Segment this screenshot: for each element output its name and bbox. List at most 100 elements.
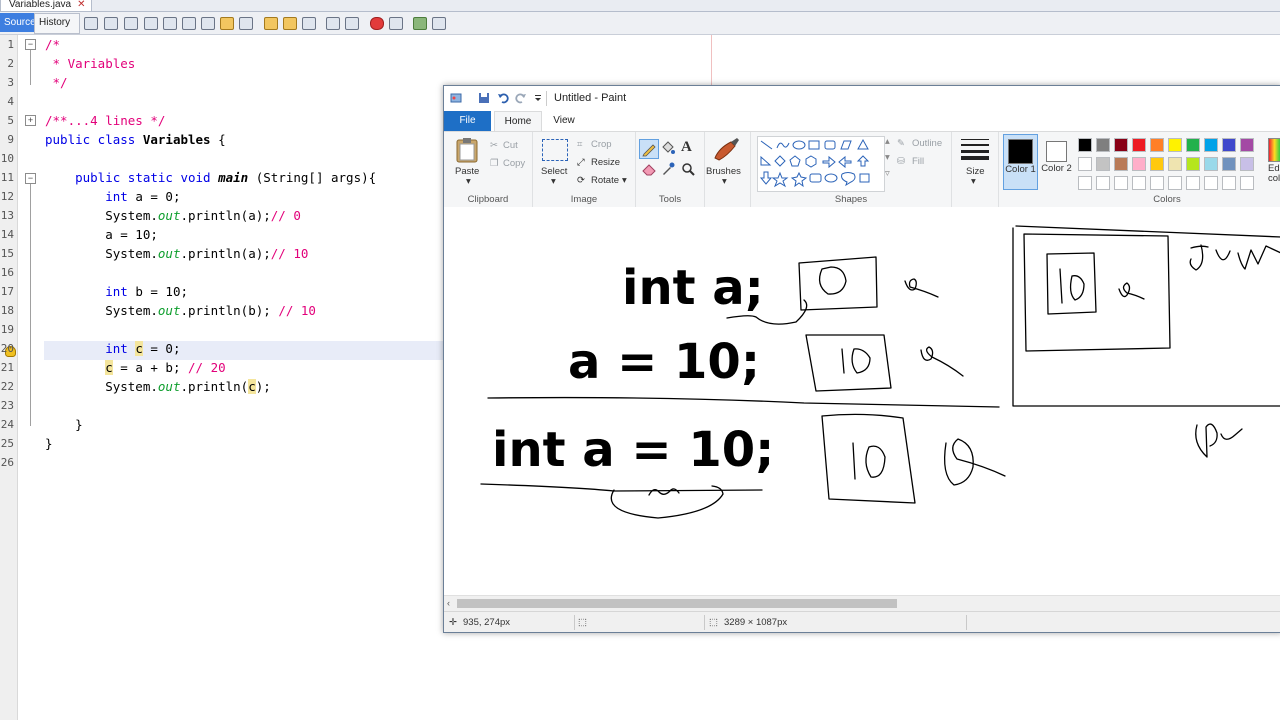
code-line[interactable]: a = 10; — [45, 225, 158, 244]
paste-dropdown-icon[interactable]: ▾ — [466, 176, 471, 187]
code-line[interactable]: System.out.println(c); — [45, 377, 271, 396]
palette-color-swatch[interactable] — [1132, 138, 1146, 152]
palette-color-swatch[interactable] — [1114, 138, 1128, 152]
brushes-icon[interactable] — [711, 136, 741, 164]
tab-home[interactable]: Home — [494, 111, 542, 132]
code-line[interactable]: } — [45, 415, 83, 434]
dropdown-icon[interactable] — [144, 17, 158, 30]
customize-toolbar-icon[interactable] — [532, 92, 544, 104]
custom-color-slot[interactable] — [1168, 176, 1182, 190]
magnifier-icon[interactable] — [681, 162, 695, 176]
find-next-icon[interactable] — [201, 17, 215, 30]
code-line[interactable]: System.out.println(a);// 0 — [45, 206, 301, 225]
save-icon[interactable] — [478, 92, 490, 104]
back-icon[interactable] — [104, 17, 118, 30]
tab-source[interactable]: Source — [0, 13, 36, 32]
select-icon[interactable] — [542, 139, 568, 161]
brushes-dropdown-icon[interactable]: ▾ — [722, 176, 727, 187]
scrollbar-thumb[interactable] — [457, 599, 897, 608]
start-macro-icon[interactable] — [370, 17, 384, 30]
fold-toggle-icon[interactable]: − — [25, 173, 36, 184]
close-icon[interactable]: ✕ — [77, 0, 85, 11]
palette-color-swatch[interactable] — [1096, 157, 1110, 171]
shapes-scroll-up-icon[interactable]: ▴ — [885, 136, 890, 147]
palette-color-swatch[interactable] — [1096, 138, 1110, 152]
edit-colors-button[interactable]: Edit colors — [1266, 134, 1280, 188]
scroll-left-icon[interactable]: ‹ — [447, 596, 450, 611]
palette-color-swatch[interactable] — [1186, 138, 1200, 152]
shift-left-icon[interactable] — [326, 17, 340, 30]
uncomment-icon[interactable] — [432, 17, 446, 30]
resize-button[interactable]: Resize — [591, 157, 620, 168]
find-icon[interactable] — [163, 17, 177, 30]
palette-color-swatch[interactable] — [1078, 138, 1092, 152]
shapes-scroll-down-icon[interactable]: ▾ — [885, 152, 890, 163]
custom-color-slot[interactable] — [1240, 176, 1254, 190]
size-icon[interactable] — [961, 138, 989, 160]
code-line[interactable]: public static void main (String[] args){ — [45, 168, 376, 187]
outline-button[interactable]: Outline — [912, 138, 942, 149]
rotate-button[interactable]: Rotate — [591, 175, 619, 186]
code-line[interactable]: /* — [45, 35, 60, 54]
next-bookmark-icon[interactable] — [283, 17, 297, 30]
palette-color-swatch[interactable] — [1168, 157, 1182, 171]
toggle-rectangular-icon[interactable] — [239, 17, 253, 30]
code-line[interactable]: int c = 0; — [45, 339, 181, 358]
redo-icon[interactable] — [515, 92, 527, 104]
comment-icon[interactable] — [413, 17, 427, 30]
paste-icon[interactable] — [456, 137, 478, 163]
shift-right-icon[interactable] — [345, 17, 359, 30]
code-line[interactable]: int b = 10; — [45, 282, 188, 301]
tab-file[interactable]: File — [444, 111, 491, 131]
code-line[interactable]: } — [45, 434, 53, 453]
color2-selector[interactable]: Color 2 — [1040, 134, 1073, 188]
palette-color-swatch[interactable] — [1150, 157, 1164, 171]
code-line[interactable]: /**...4 lines */ — [45, 111, 165, 130]
fill-button[interactable]: Fill — [912, 156, 924, 167]
custom-color-slot[interactable] — [1078, 176, 1092, 190]
size-dropdown-icon[interactable]: ▾ — [971, 176, 976, 187]
find-previous-icon[interactable] — [182, 17, 196, 30]
palette-color-swatch[interactable] — [1078, 157, 1092, 171]
fold-toggle-icon[interactable]: − — [25, 39, 36, 50]
drawing-canvas[interactable]: int a; a = 10; int a = 10; — [444, 207, 1280, 597]
custom-color-slot[interactable] — [1132, 176, 1146, 190]
custom-color-slot[interactable] — [1096, 176, 1110, 190]
palette-color-swatch[interactable] — [1114, 157, 1128, 171]
custom-color-slot[interactable] — [1222, 176, 1236, 190]
tab-history[interactable]: History — [34, 13, 80, 34]
color-picker-icon[interactable] — [661, 162, 675, 176]
last-edit-icon[interactable] — [84, 17, 98, 30]
pencil-tool[interactable] — [639, 139, 659, 159]
toggle-highlight-icon[interactable] — [220, 17, 234, 30]
copy-button[interactable]: Copy — [503, 158, 525, 169]
previous-bookmark-icon[interactable] — [264, 17, 278, 30]
fold-toggle-icon[interactable]: + — [25, 115, 36, 126]
palette-color-swatch[interactable] — [1240, 157, 1254, 171]
custom-color-slot[interactable] — [1204, 176, 1218, 190]
palette-color-swatch[interactable] — [1168, 138, 1182, 152]
custom-color-slot[interactable] — [1114, 176, 1128, 190]
shapes-gallery[interactable] — [757, 136, 885, 192]
code-line[interactable]: public class Variables { — [45, 130, 226, 149]
eraser-icon[interactable] — [641, 162, 657, 176]
forward-icon[interactable] — [124, 17, 138, 30]
file-tab[interactable]: Variables.java ✕ — [0, 0, 93, 12]
shapes-expand-icon[interactable]: ▿ — [885, 168, 890, 179]
palette-color-swatch[interactable] — [1204, 157, 1218, 171]
code-line[interactable]: */ — [45, 73, 68, 92]
palette-color-swatch[interactable] — [1240, 138, 1254, 152]
undo-icon[interactable] — [497, 92, 509, 104]
palette-color-swatch[interactable] — [1132, 157, 1146, 171]
rotate-dropdown-icon[interactable]: ▾ — [622, 175, 627, 186]
custom-color-slot[interactable] — [1186, 176, 1200, 190]
palette-color-swatch[interactable] — [1186, 157, 1200, 171]
code-line[interactable]: System.out.println(b); // 10 — [45, 301, 316, 320]
code-line[interactable]: int a = 0; — [45, 187, 180, 206]
custom-color-slot[interactable] — [1150, 176, 1164, 190]
color1-selector[interactable]: Color 1 — [1003, 134, 1038, 190]
select-dropdown-icon[interactable]: ▾ — [551, 176, 556, 187]
palette-color-swatch[interactable] — [1222, 138, 1236, 152]
code-line[interactable]: c = a + b; // 20 — [45, 358, 226, 377]
cut-button[interactable]: Cut — [503, 140, 518, 151]
